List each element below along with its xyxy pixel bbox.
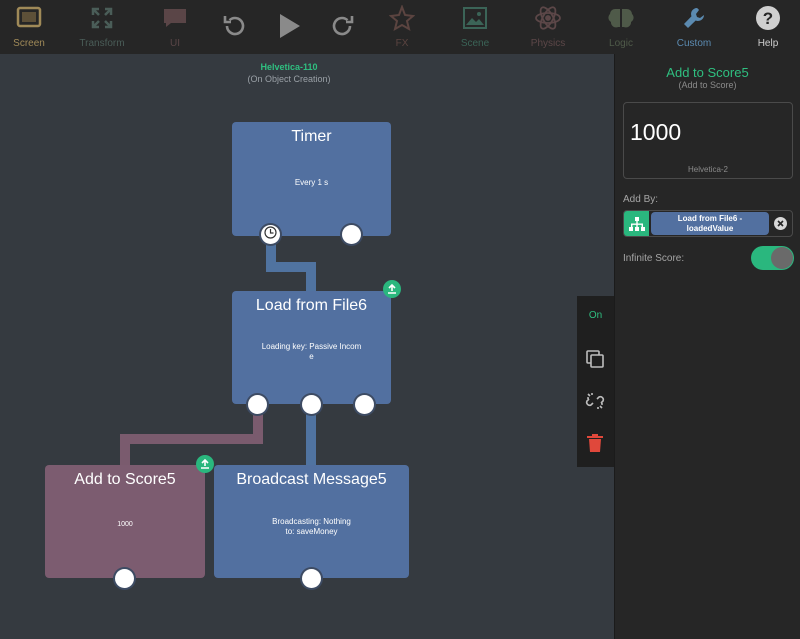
node-title: Add to Score5 <box>74 471 176 488</box>
toolbar-help-label: Help <box>757 38 779 49</box>
toolbar-ui-button[interactable]: UI <box>152 0 198 54</box>
landscape-image-icon <box>460 4 490 32</box>
redo-icon <box>328 12 358 40</box>
node-output-port[interactable] <box>355 395 374 414</box>
toolbar-screen-button[interactable]: Screen <box>4 0 54 54</box>
toolbar-transform-label: Transform <box>79 38 125 49</box>
chip-line: loadedValue <box>686 224 734 233</box>
object-name: Helvetica-110 <box>260 62 318 72</box>
toolbar-fx-button[interactable]: FX <box>382 0 422 54</box>
speech-bubble-icon <box>160 4 190 32</box>
node-on-toggle[interactable]: On <box>577 310 614 321</box>
add-by-label: Add By: <box>623 194 659 205</box>
delete-icon[interactable] <box>584 432 606 454</box>
wrench-icon <box>679 4 709 32</box>
undo-button[interactable] <box>217 0 251 54</box>
node-title: Load from File6 <box>255 297 368 314</box>
add-to-score-node[interactable]: Add to Score5 1000 <box>45 465 205 588</box>
node-description-line: to: saveMoney <box>285 527 338 536</box>
node-description: Broadcasting: Nothing to: saveMoney <box>222 517 401 537</box>
play-button[interactable] <box>272 0 306 54</box>
logic-canvas[interactable]: Helvetica-110 (On Object Creation) Timer… <box>0 54 614 639</box>
node-description-line: Broadcasting: Nothing <box>272 517 351 526</box>
toolbar-physics-label: Physics <box>530 38 566 49</box>
value-font-name: Helvetica-2 <box>687 165 728 174</box>
help-icon: ? <box>753 4 783 32</box>
add-by-value-chip[interactable]: Load from File6 - loadedValue <box>651 212 769 235</box>
infinite-score-label: Infinite Score: <box>623 253 685 264</box>
node-description-line: Loading key: Passive Incom <box>261 342 362 351</box>
node-output-port[interactable] <box>302 569 321 588</box>
infinite-score-toggle[interactable] <box>751 246 794 270</box>
add-by-field[interactable]: Load from File6 - loadedValue <box>623 210 793 237</box>
expand-arrows-icon <box>87 4 117 32</box>
hierarchy-icon[interactable] <box>624 211 649 236</box>
score-value: 1000 <box>630 119 682 145</box>
svg-text:?: ? <box>763 9 773 28</box>
toolbar-logic-label: Logic <box>609 38 633 49</box>
broadcast-message-node[interactable]: Broadcast Message5 Broadcasting: Nothing… <box>214 465 409 588</box>
node-output-port[interactable] <box>115 569 134 588</box>
toolbar-fx-label: FX <box>395 38 409 49</box>
top-toolbar: Screen Transform UI FX Scene Physics Log… <box>0 0 800 54</box>
timer-output-port[interactable] <box>261 225 280 244</box>
node-output-port[interactable] <box>302 395 321 414</box>
event-name: (On Object Creation) <box>247 74 331 84</box>
unlink-icon[interactable] <box>584 390 606 412</box>
brain-icon <box>606 4 636 32</box>
clock-icon <box>264 225 277 244</box>
toolbar-physics-button[interactable]: Physics <box>524 0 572 54</box>
toolbar-scene-label: Scene <box>460 38 490 49</box>
screen-icon <box>14 4 44 32</box>
connection-wire <box>306 262 316 292</box>
play-icon <box>274 12 304 40</box>
node-output-port[interactable] <box>248 395 267 414</box>
atom-icon <box>533 4 563 32</box>
toolbar-custom-label: Custom <box>676 38 712 49</box>
timer-node[interactable]: Timer Every 1 s <box>232 122 391 244</box>
node-description: Every 1 s <box>294 178 329 187</box>
node-description-line: e <box>309 352 314 361</box>
node-description: 1000 <box>117 521 133 528</box>
node-title: Timer <box>291 128 332 145</box>
connection-wire <box>120 434 130 466</box>
toolbar-custom-button[interactable]: Custom <box>670 0 718 54</box>
upload-icon[interactable] <box>196 455 214 473</box>
toolbar-screen-label: Screen <box>13 38 45 49</box>
toolbar-ui-label: UI <box>170 38 180 49</box>
node-tools-bar: On <box>577 296 614 467</box>
upload-icon[interactable] <box>383 280 401 298</box>
node-output-port[interactable] <box>342 225 361 244</box>
toolbar-scene-button[interactable]: Scene <box>452 0 498 54</box>
toggle-knob <box>771 247 793 269</box>
undo-icon <box>219 12 249 40</box>
load-from-file-node[interactable]: Load from File6 Loading key: Passive Inc… <box>232 291 391 414</box>
redo-button[interactable] <box>326 0 360 54</box>
node-title: Broadcast Message5 <box>236 471 387 488</box>
score-value-field[interactable]: 1000 Helvetica-2 <box>623 102 793 179</box>
panel-subtitle: (Add to Score) <box>678 80 737 90</box>
chip-line: Load from File6 - <box>677 214 743 223</box>
node-description: Loading key: Passive Incom e <box>240 342 383 362</box>
duplicate-icon[interactable] <box>584 348 606 370</box>
toolbar-help-button[interactable]: ? Help <box>748 0 788 54</box>
properties-panel: Add to Score5 (Add to Score) 1000 Helvet… <box>614 54 800 639</box>
toolbar-logic-button[interactable]: Logic <box>598 0 644 54</box>
panel-title: Add to Score5 <box>666 65 749 80</box>
toolbar-transform-button[interactable]: Transform <box>74 0 130 54</box>
fx-icon <box>387 4 417 32</box>
clear-icon[interactable] <box>774 217 787 230</box>
connection-wire <box>120 434 263 444</box>
